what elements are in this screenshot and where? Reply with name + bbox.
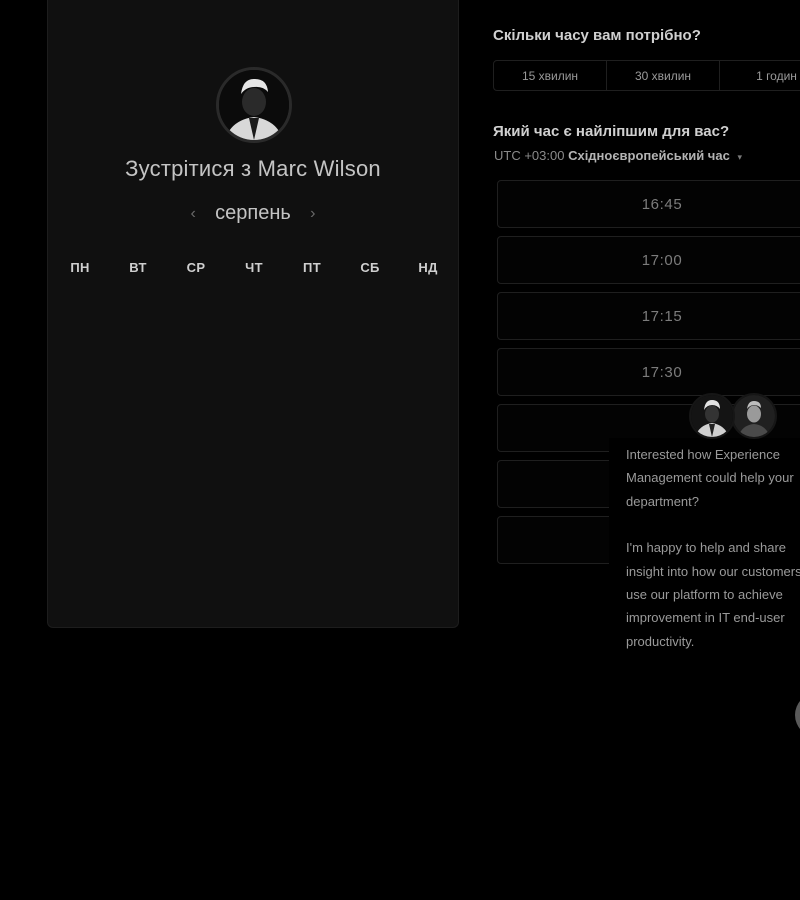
time-question: Який час є найліпшим для вас? <box>493 123 730 140</box>
calendar-panel: Зустрітися з Marc Wilson ‹ серпень › ПН … <box>47 0 459 628</box>
timezone-selector[interactable]: UTC +03:00 Східноєвропейський час ▾ <box>494 148 742 163</box>
time-slot[interactable]: 17:15 <box>497 292 800 340</box>
chat-agents <box>689 393 779 439</box>
weekday-thu: ЧТ <box>245 260 263 275</box>
month-navigation: ‹ серпень › <box>48 202 458 225</box>
meeting-title: Зустрітися з Marc Wilson <box>125 156 381 181</box>
duration-question: Скільки часу вам потрібно? <box>493 27 701 44</box>
chat-popup: Interested how Experience Management cou… <box>609 438 800 654</box>
timezone-name: Східноєвропейський час <box>568 148 730 163</box>
host-avatar <box>216 67 292 143</box>
timezone-offset: UTC +03:00 <box>494 148 565 163</box>
chevron-left-icon[interactable]: ‹ <box>185 203 201 225</box>
duration-selector: 15 хвилин 30 хвилин 1 годин <box>493 60 800 91</box>
caret-down-icon: ▾ <box>737 152 742 162</box>
chevron-right-icon[interactable]: › <box>305 203 321 225</box>
weekday-sat: СБ <box>360 260 380 275</box>
duration-option-60[interactable]: 1 годин <box>720 61 800 90</box>
chat-paragraph: I'm happy to help and share insight into… <box>626 540 800 649</box>
chat-message: Interested how Experience Management cou… <box>626 443 800 653</box>
duration-option-15[interactable]: 15 хвилин <box>494 61 607 90</box>
weekday-fri: ПТ <box>303 260 321 275</box>
agent-avatar <box>689 393 735 439</box>
time-slot[interactable]: 16:45 <box>497 180 800 228</box>
chat-paragraph: Interested how Experience Management cou… <box>626 447 794 509</box>
agent-avatar <box>731 393 777 439</box>
page: Зустрітися з Marc Wilson ‹ серпень › ПН … <box>0 0 800 900</box>
duration-option-30[interactable]: 30 хвилин <box>607 61 720 90</box>
weekday-wed: СР <box>186 260 206 275</box>
time-slot[interactable]: 17:00 <box>497 236 800 284</box>
weekday-sun: НД <box>418 260 438 275</box>
weekday-tue: ВТ <box>129 260 147 275</box>
weekday-mon: ПН <box>70 260 90 275</box>
chat-launcher-button[interactable] <box>795 693 800 737</box>
time-slot[interactable]: 17:30 <box>497 348 800 396</box>
month-label: серпень <box>215 202 291 224</box>
weekday-header: ПН ВТ СР ЧТ ПТ СБ НД <box>48 260 460 275</box>
